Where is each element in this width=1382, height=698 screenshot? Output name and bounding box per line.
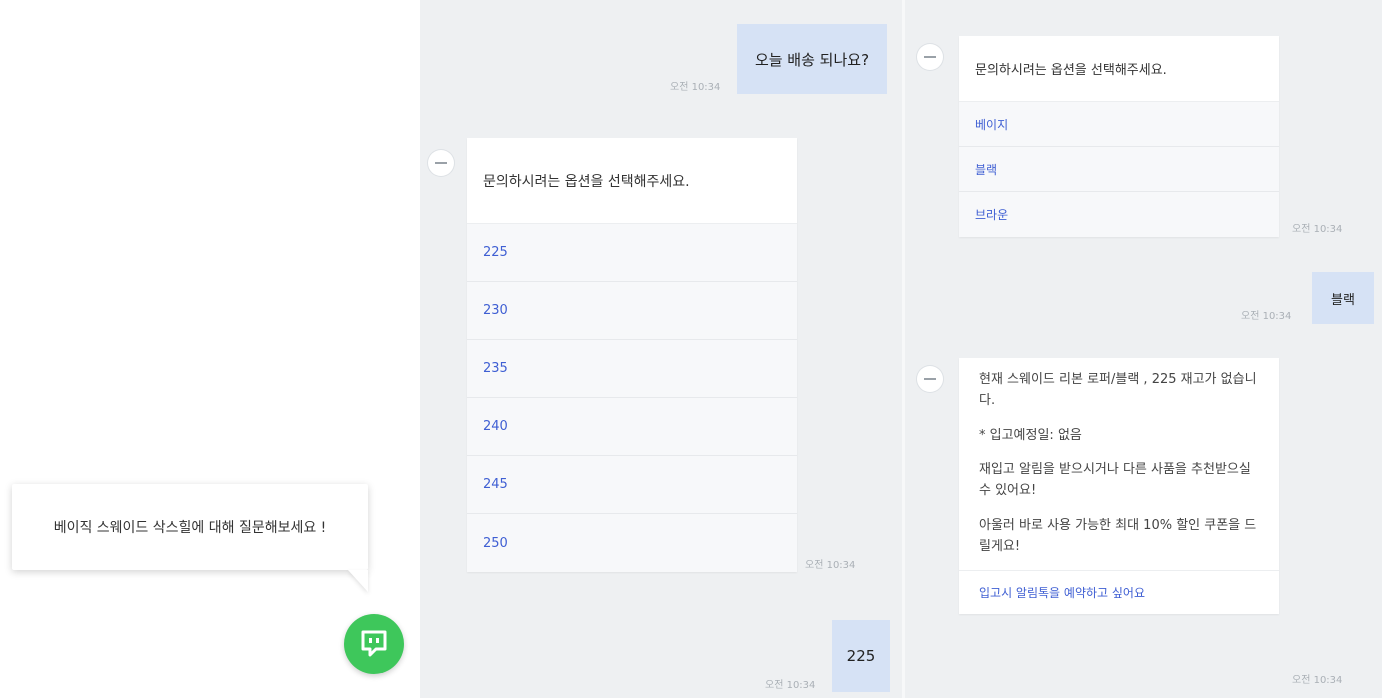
timestamp: 오전 10:34 [670, 82, 721, 93]
bot-avatar [917, 366, 943, 392]
tooltip-tail [348, 570, 368, 592]
bot-avatar [428, 150, 454, 176]
timestamp: 오전 10:34 [1241, 311, 1292, 322]
bot-reply-text: 현재 스웨이드 리본 로퍼/블랙 , 225 재고가 없습니다. * 입고예정일… [959, 358, 1279, 570]
option-card: 문의하시려는 옵션을 선택해주세요. 225 230 235 240 245 2… [467, 138, 797, 572]
user-message-text: 225 [846, 647, 876, 665]
reply-line: * 입고예정일: 없음 [979, 427, 1082, 443]
chat-launcher-button[interactable] [344, 614, 404, 674]
user-message-bubble: 블랙 [1312, 272, 1374, 324]
user-message-bubble: 225 [832, 620, 890, 692]
tooltip-text: 베이직 스웨이드 삭스힐에 대해 질문해보세요 ! [53, 520, 327, 536]
chat-icon [361, 630, 387, 657]
option-item[interactable]: 240 [467, 398, 797, 456]
option-item[interactable]: 블랙 [959, 147, 1279, 192]
option-item[interactable]: 235 [467, 340, 797, 398]
option-item[interactable]: 베이지 [959, 102, 1279, 147]
option-item[interactable]: 230 [467, 282, 797, 340]
option-item[interactable]: 250 [467, 514, 797, 572]
option-item[interactable]: 245 [467, 456, 797, 514]
reply-line: 재입고 알림을 받으시거나 다른 사품을 추천받으실 수 있어요! [979, 462, 1251, 499]
option-prompt: 문의하시려는 옵션을 선택해주세요. [959, 36, 1279, 102]
launcher-tooltip: 베이직 스웨이드 삭스힐에 대해 질문해보세요 ! [12, 484, 368, 570]
user-message-text: 블랙 [1331, 292, 1355, 308]
timestamp: 오전 10:34 [765, 680, 816, 691]
bot-reply-card: 현재 스웨이드 리본 로퍼/블랙 , 225 재고가 없습니다. * 입고예정일… [959, 358, 1279, 614]
timestamp: 오전 10:34 [1292, 224, 1343, 235]
notify-restock-button[interactable]: 입고시 알림톡을 예약하고 싶어요 [959, 569, 1279, 614]
chat-panel-left[interactable]: 오늘 배송 되나요? 오전 10:34 문의하시려는 옵션을 선택해주세요. 2… [420, 0, 902, 698]
user-message-bubble: 오늘 배송 되나요? [737, 24, 887, 94]
user-message-text: 오늘 배송 되나요? [754, 50, 870, 69]
option-prompt: 문의하시려는 옵션을 선택해주세요. [467, 138, 797, 224]
chat-panel-right[interactable]: 문의하시려는 옵션을 선택해주세요. 베이지 블랙 브라운 오전 10:34 블… [905, 0, 1382, 698]
option-item[interactable]: 브라운 [959, 192, 1279, 237]
reply-line: 아울러 바로 사용 가능한 최대 10% 할인 쿠폰을 드릴게요! [979, 517, 1257, 554]
option-item[interactable]: 225 [467, 224, 797, 282]
bot-avatar [917, 44, 943, 70]
reply-line: 현재 스웨이드 리본 로퍼/블랙 , 225 재고가 없습니다. [979, 372, 1257, 408]
timestamp: 오전 10:34 [805, 560, 856, 571]
timestamp: 오전 10:34 [1292, 675, 1343, 686]
option-card: 문의하시려는 옵션을 선택해주세요. 베이지 블랙 브라운 [959, 36, 1279, 237]
